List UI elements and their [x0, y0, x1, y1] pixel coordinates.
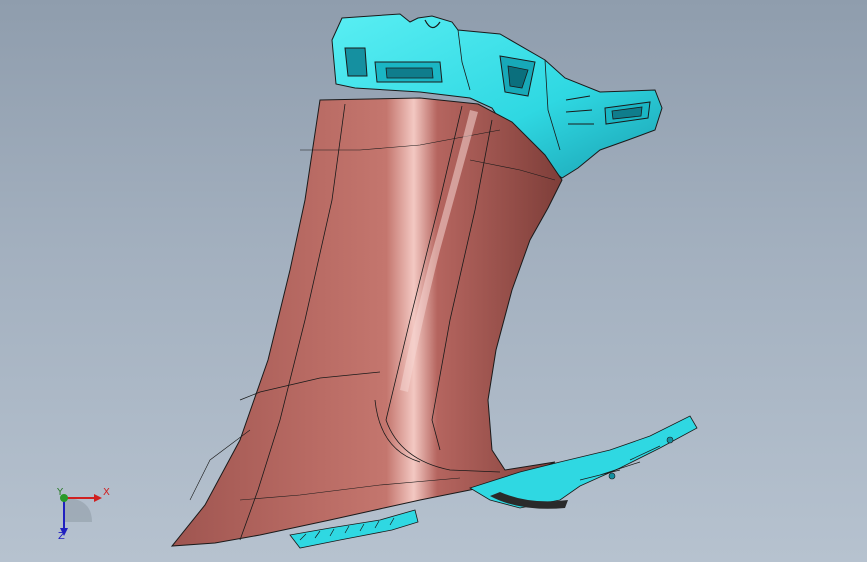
x-axis-label: X [103, 487, 110, 498]
axis-triad [60, 494, 102, 536]
lower-flange-strip [469, 415, 698, 509]
z-axis-label: Z [58, 531, 65, 542]
graphics-viewport[interactable]: Y X Z [0, 0, 867, 562]
y-axis-label: Y [57, 487, 64, 498]
x-axis-arrow [94, 494, 102, 502]
cad-model-view[interactable] [0, 0, 867, 562]
triad-plane-shape [64, 498, 92, 522]
